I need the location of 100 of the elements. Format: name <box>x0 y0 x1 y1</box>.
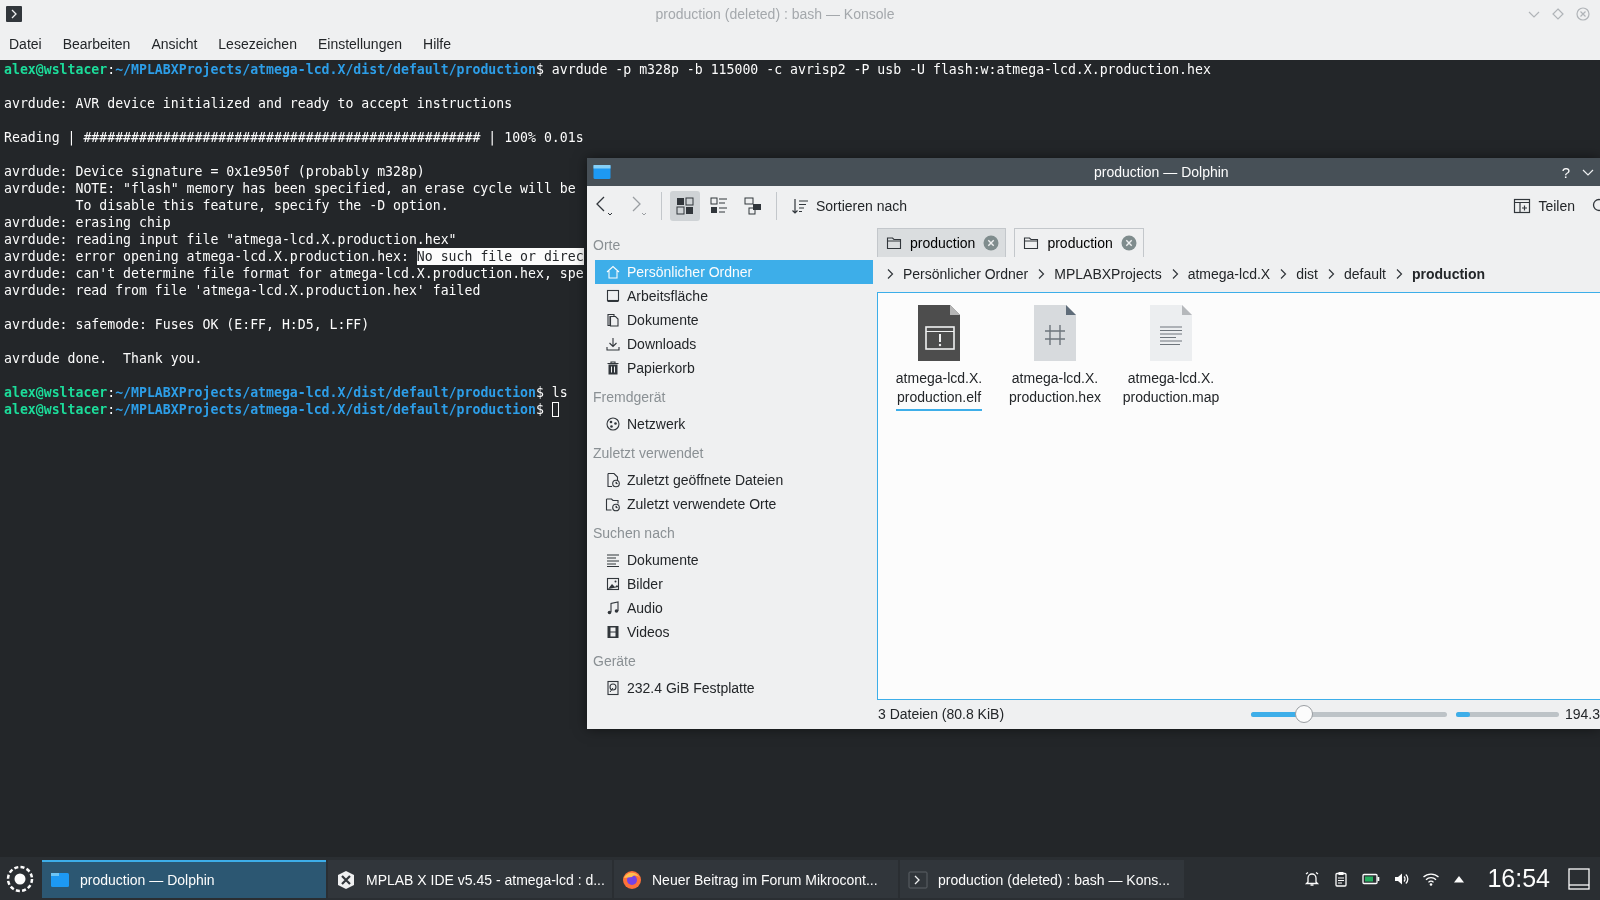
recent-folder-icon <box>605 496 621 512</box>
terminal-text: : <box>107 384 116 401</box>
menu-item[interactable]: Lesezeichen <box>218 36 297 52</box>
download-icon <box>605 336 621 352</box>
disk-space-text: 194.3 <box>1564 706 1600 723</box>
menu-item[interactable]: Hilfe <box>423 36 452 52</box>
file-name[interactable]: atmega-lcd.X. production.hex <box>1009 369 1101 412</box>
menu-item[interactable]: Bearbeiten <box>62 36 131 52</box>
terminal-text: $ ls <box>535 384 568 401</box>
places-item[interactable]: Arbeitsfläche <box>595 284 873 308</box>
documents-icon <box>605 312 621 328</box>
places-item[interactable]: 232.4 GiB Festplatte <box>595 676 873 700</box>
slider-handle[interactable] <box>1294 705 1313 724</box>
terminal-text: avrdude: erasing chip <box>4 214 171 231</box>
terminal-text: To disable this feature, specify the -D option. <box>74 197 449 214</box>
sort-button[interactable]: Sortieren nach <box>785 191 914 221</box>
places-item[interactable]: Bilder <box>595 572 873 596</box>
film-icon <box>605 624 621 640</box>
terminal-text: $ <box>535 401 544 418</box>
home-icon <box>605 264 621 280</box>
launcher-icon[interactable] <box>6 864 34 893</box>
places-item[interactable]: Netzwerk <box>595 412 873 436</box>
terminal-text: avrdude: safemode: Fuses OK (E:FF, H:D5, L:FF) <box>4 316 370 333</box>
image-icon <box>605 576 621 592</box>
places-item[interactable]: Videos <box>595 620 873 644</box>
app-icon <box>336 869 356 890</box>
taskbar-task[interactable]: production (deleted) : bash — Kons... <box>900 859 1184 898</box>
grid-file-icon[interactable] <box>1031 303 1079 364</box>
breadcrumb-item[interactable]: MPLABXProjects <box>1054 265 1162 282</box>
section-heading: Orte <box>592 236 622 255</box>
browser-icon <box>622 869 642 890</box>
terminal-text: avrdude: error opening atmega-lcd.X.production.hex: <box>4 248 410 265</box>
terminal-icon <box>6 6 22 22</box>
places-item[interactable]: Zuletzt verwendete Orte <box>595 492 873 516</box>
section-heading: Geräte <box>592 652 637 671</box>
selected-text: No such file or direc <box>416 248 584 265</box>
places-item[interactable]: Dokumente <box>595 308 873 332</box>
tab[interactable]: production <box>877 228 1007 258</box>
icon-view-button[interactable] <box>670 191 700 221</box>
terminal-icon <box>908 869 928 890</box>
chevron-right-icon <box>1037 267 1046 280</box>
breadcrumb-item[interactable]: default <box>1343 265 1386 282</box>
close-tab-icon[interactable] <box>1120 235 1137 252</box>
breadcrumb-item[interactable]: atmega-lcd.X <box>1187 265 1271 282</box>
bell-icon[interactable] <box>1304 870 1321 887</box>
places-item[interactable]: Downloads <box>595 332 873 356</box>
section-heading: Fremdgerät <box>592 388 667 407</box>
taskbar-task[interactable]: Neuer Beitrag im Forum Mikrocont... <box>614 859 898 898</box>
chevron-right-icon <box>1395 267 1403 280</box>
executable-file-icon[interactable] <box>915 303 963 364</box>
clock-time[interactable]: 16:54 <box>1487 864 1550 893</box>
prompt-path: ~/MPLABXProjects/atmega-lcd.X/dist/default/production <box>115 61 536 78</box>
terminal-text: Reading | ################################################## | 100% 0.01s <box>4 129 584 146</box>
breadcrumb-item[interactable]: Persönlicher Ordner <box>903 265 1029 282</box>
file-name[interactable]: atmega-lcd.X. production.map <box>1122 369 1220 412</box>
tree-icon <box>744 197 762 215</box>
chevron-right-icon <box>1326 267 1335 280</box>
file-name[interactable]: atmega-lcd.X. production.elf <box>895 369 983 412</box>
terminal-text: $ avrdude -p m328p -b 115000 -c avrisp2 -P usb -U flash:w:atmega-lcd.X.production.hex <box>535 61 1211 78</box>
zoom-slider[interactable] <box>1250 705 1447 724</box>
monitor-icon <box>605 288 621 304</box>
taskbar-task[interactable]: production — Dolphin <box>42 859 326 898</box>
show-desktop-icon[interactable] <box>1568 867 1590 890</box>
prompt-path: ~/MPLABXProjects/atmega-lcd.X/dist/default/production <box>115 384 536 401</box>
clipboard-icon[interactable] <box>1333 870 1350 887</box>
prompt-user: alex@wsltacer <box>4 401 108 418</box>
wifi-icon[interactable] <box>1422 870 1441 887</box>
terminal-text: : <box>107 61 116 78</box>
help-button[interactable]: ? <box>1561 163 1570 181</box>
menu-item[interactable]: Einstellungen <box>317 36 402 52</box>
trash-icon <box>605 360 621 376</box>
taskbar-task[interactable]: MPLAB X IDE v5.45 - atmega-lcd : d... <box>328 859 612 898</box>
network-icon <box>605 416 621 432</box>
window-title: production (deleted) : bash — Konsole <box>654 6 896 22</box>
split-button[interactable]: Teilen <box>1507 191 1581 221</box>
places-item[interactable]: Audio <box>595 596 873 620</box>
terminal-text: avrdude: can't determine file format for atmega-lcd.X.production.hex, spe <box>4 265 584 282</box>
places-item[interactable]: Zuletzt geöffnete Dateien <box>595 468 873 492</box>
menu-item[interactable]: Ansicht <box>151 36 198 52</box>
tab[interactable]: production <box>1014 228 1144 258</box>
status-text: 3 Dateien (80.8 KiB) <box>878 706 1006 723</box>
terminal-text: avrdude: AVR device initialized and ready to accept instructions <box>4 95 513 112</box>
menu-item[interactable]: Datei <box>9 36 42 52</box>
chevron-right-icon <box>1170 267 1179 280</box>
prompt-user: alex@wsltacer <box>4 384 108 401</box>
terminal-text: avrdude done. Thank you. <box>4 350 203 367</box>
window-title: production — Dolphin <box>1093 164 1230 180</box>
folder-icon <box>593 164 611 180</box>
grid-icon <box>676 197 694 215</box>
breadcrumb-item[interactable]: dist <box>1296 265 1318 282</box>
places-item[interactable]: Dokumente <box>595 548 873 572</box>
close-tab-icon[interactable] <box>983 235 1000 252</box>
breadcrumb-item[interactable]: production <box>1412 265 1486 282</box>
terminal-text: : <box>107 401 116 418</box>
music-note-icon <box>605 600 621 616</box>
recent-file-icon <box>605 472 621 488</box>
drive-icon <box>605 680 621 696</box>
terminal-text: avrdude: Device signature = 0x1e950f (probably m328p) <box>4 163 425 180</box>
terminal-text: avrdude: read from file 'atmega-lcd.X.production.hex' failed <box>4 282 481 299</box>
places-item[interactable]: Papierkorb <box>595 356 873 380</box>
